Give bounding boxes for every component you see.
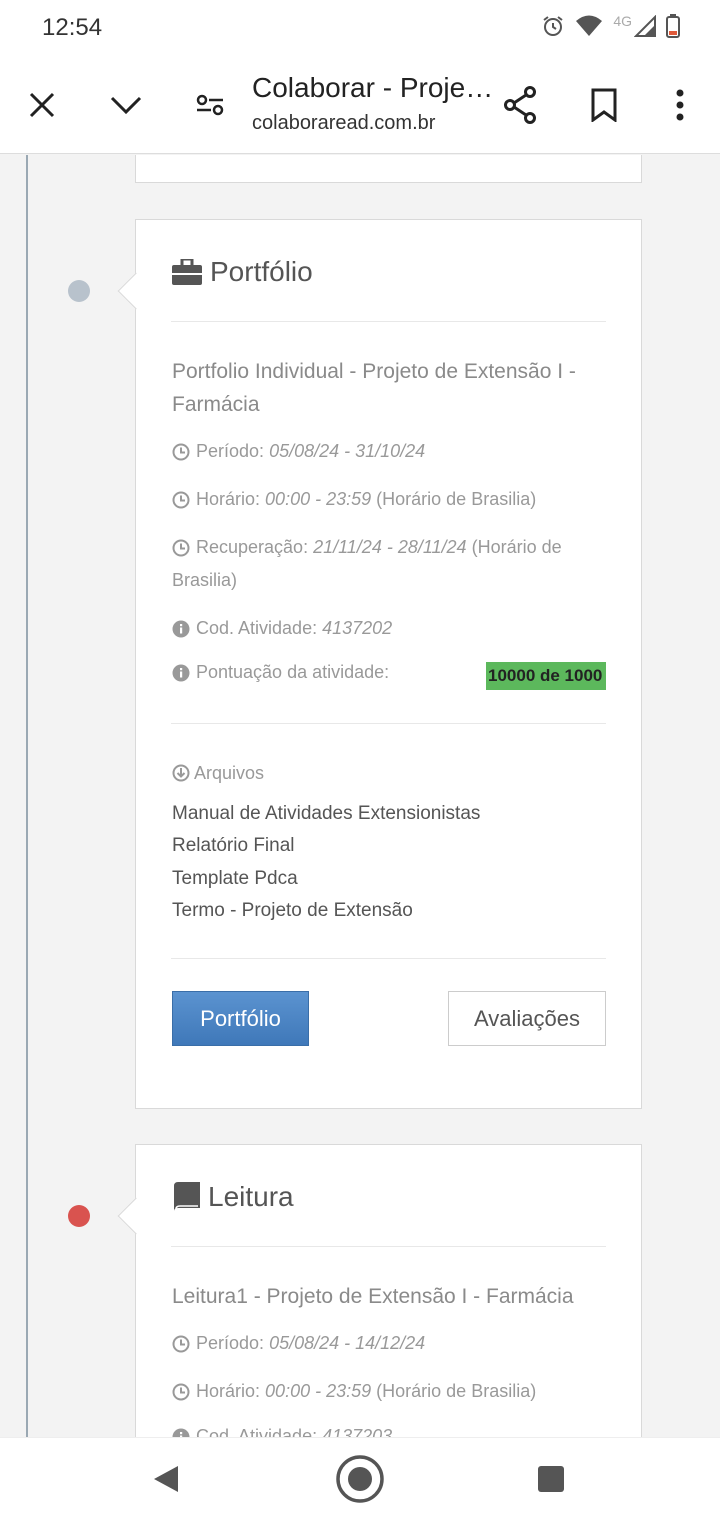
- file-link[interactable]: Template Pdca: [172, 868, 298, 890]
- avaliacoes-button[interactable]: Avaliações: [448, 991, 606, 1046]
- more-vert-icon: [676, 89, 684, 121]
- divider: [171, 958, 606, 959]
- file-link[interactable]: Termo - Projeto de Extensão: [172, 900, 413, 922]
- files-header: Arquivos: [172, 763, 264, 784]
- activity-title: Portfolio Individual - Projeto de Extens…: [172, 360, 576, 416]
- portfolio-button[interactable]: Portfólio: [172, 991, 309, 1046]
- recuperacao-row: Recuperação: 21/11/24 - 28/11/24 (Horári…: [172, 531, 605, 597]
- share-icon: [504, 86, 536, 124]
- home-button[interactable]: [335, 1454, 385, 1508]
- card-header: Portfólio: [172, 256, 313, 288]
- book-icon: [174, 1182, 200, 1211]
- page-title[interactable]: Colaborar - Proje…: [252, 72, 493, 104]
- file-link[interactable]: Relatório Final: [172, 835, 295, 857]
- cod-label: Cod. Atividade:: [196, 618, 318, 638]
- system-nav-bar: [0, 1437, 720, 1520]
- cod-value: 4137202: [322, 618, 393, 638]
- timeline-line: [26, 155, 28, 1437]
- cod-label: Cod. Atividade:: [196, 1426, 318, 1437]
- card-header: Leitura: [172, 1181, 294, 1213]
- close-button[interactable]: [17, 80, 67, 130]
- horario-value: 00:00 - 23:59: [265, 489, 372, 509]
- minimize-button[interactable]: [101, 80, 151, 130]
- card-arrow: [117, 272, 155, 310]
- card-arrow: [117, 1197, 155, 1235]
- clock-icon: [172, 443, 190, 461]
- periodo-row: Período: 05/08/24 - 31/10/24: [172, 435, 605, 468]
- file-link[interactable]: Manual de Atividades Extensionistas: [172, 803, 480, 825]
- back-button[interactable]: [152, 1464, 180, 1498]
- cod-row: Cod. Atividade: 4137202: [172, 612, 605, 645]
- status-time: 12:54: [42, 14, 103, 41]
- info-icon: [172, 664, 190, 682]
- clock-icon: [172, 491, 190, 509]
- recents-button[interactable]: [537, 1465, 565, 1497]
- cod-row: Cod. Atividade: 4137203: [172, 1420, 605, 1437]
- horario-value: 00:00 - 23:59: [265, 1381, 372, 1401]
- back-triangle-icon: [154, 1466, 178, 1492]
- battery-icon: [666, 14, 680, 38]
- close-icon: [29, 92, 55, 118]
- browser-toolbar: Colaborar - Proje… colaboraread.com.br: [0, 56, 720, 154]
- status-icons: 4G: [541, 13, 680, 38]
- site-settings-button[interactable]: [185, 80, 235, 130]
- leitura-card: Leitura Leitura1 - Projeto de Extensão I…: [117, 1144, 642, 1437]
- periodo-label: Período:: [196, 1333, 265, 1353]
- card-heading: Portfólio: [210, 256, 313, 287]
- clock-icon: [172, 1383, 190, 1401]
- briefcase-icon: [172, 259, 202, 285]
- recuperacao-value: 21/11/24 - 28/11/24: [313, 537, 467, 557]
- periodo-value: 05/08/24 - 14/12/24: [269, 1333, 426, 1353]
- more-button[interactable]: [655, 80, 705, 130]
- periodo-row: Período: 05/08/24 - 14/12/24: [172, 1327, 605, 1360]
- timeline-dot-portfolio: [68, 280, 90, 302]
- bookmark-icon: [591, 88, 617, 122]
- horario-label: Horário:: [196, 1381, 261, 1401]
- divider: [171, 723, 606, 724]
- activity-title: Leitura1 - Projeto de Extensão I - Farmá…: [172, 1285, 574, 1308]
- score-badge: 10000 de 1000: [486, 662, 606, 690]
- timeline-dot-leitura: [68, 1205, 90, 1227]
- home-circle-icon: [336, 1455, 384, 1503]
- recents-square-icon: [538, 1466, 564, 1492]
- card-heading: Leitura: [208, 1181, 294, 1212]
- horario-row: Horário: 00:00 - 23:59 (Horário de Brasi…: [172, 483, 605, 516]
- network-label: 4G: [613, 13, 632, 29]
- clock-icon: [172, 539, 190, 557]
- wifi-icon: [576, 15, 603, 36]
- info-icon: [172, 620, 190, 638]
- chevron-down-icon: [110, 96, 142, 115]
- signal-icon: [634, 15, 656, 37]
- tune-icon: [196, 94, 224, 116]
- status-bar: 12:54 4G: [0, 0, 720, 56]
- download-icon: [172, 764, 190, 782]
- divider: [171, 321, 606, 322]
- pontuacao-label: Pontuação da atividade:: [196, 662, 390, 682]
- share-button[interactable]: [495, 80, 545, 130]
- cod-value: 4137203: [322, 1426, 393, 1437]
- horario-suffix: (Horário de Brasilia): [376, 489, 537, 509]
- recuperacao-label: Recuperação:: [196, 537, 309, 557]
- periodo-value: 05/08/24 - 31/10/24: [269, 441, 426, 461]
- bookmark-button[interactable]: [579, 80, 629, 130]
- horario-row: Horário: 00:00 - 23:59 (Horário de Brasi…: [172, 1375, 605, 1408]
- page-content: Portfólio Portfolio Individual - Projeto…: [0, 155, 720, 1437]
- clock-icon: [172, 1335, 190, 1353]
- portfolio-card: Portfólio Portfolio Individual - Projeto…: [117, 219, 642, 1109]
- page-url[interactable]: colaboraread.com.br: [252, 112, 435, 135]
- periodo-label: Período:: [196, 441, 265, 461]
- horario-suffix: (Horário de Brasilia): [376, 1381, 537, 1401]
- info-icon: [172, 1428, 190, 1437]
- divider: [171, 1246, 606, 1247]
- previous-card: [135, 155, 642, 183]
- alarm-icon: [543, 16, 563, 36]
- files-label: Arquivos: [194, 763, 265, 783]
- horario-label: Horário:: [196, 489, 261, 509]
